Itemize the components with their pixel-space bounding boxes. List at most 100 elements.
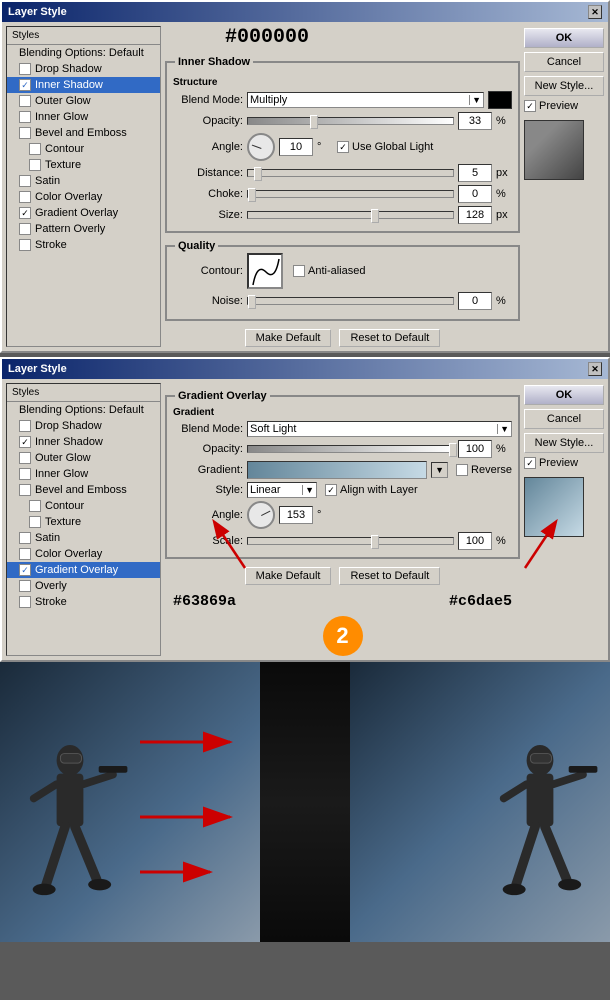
hex-annotation-right: #c6dae5 xyxy=(449,593,512,610)
opacity-slider-2[interactable] xyxy=(247,445,454,453)
s2-outer-glow-checkbox[interactable] xyxy=(19,452,31,464)
sidebar1-color-overlay[interactable]: Color Overlay xyxy=(7,189,160,205)
gradient-overlay-checkbox[interactable] xyxy=(19,207,31,219)
sidebar2-texture[interactable]: Texture xyxy=(7,514,160,530)
sidebar2-pattern-overlay[interactable]: Overly xyxy=(7,578,160,594)
opacity-input-2[interactable] xyxy=(458,440,492,458)
outer-glow-checkbox[interactable] xyxy=(19,95,31,107)
angle-dial-2[interactable] xyxy=(247,501,275,529)
dialog2-right-buttons: OK Cancel New Style... Preview xyxy=(524,383,604,656)
s2-bevel-emboss-checkbox[interactable] xyxy=(19,484,31,496)
dialog2-close-button[interactable]: ✕ xyxy=(588,362,602,376)
angle-dial[interactable] xyxy=(247,133,275,161)
distance-slider[interactable] xyxy=(247,169,454,177)
align-layer-checkbox[interactable] xyxy=(325,484,337,496)
contour-checkbox[interactable] xyxy=(29,143,41,155)
texture-checkbox[interactable] xyxy=(29,159,41,171)
color-overlay-checkbox[interactable] xyxy=(19,191,31,203)
sidebar2-inner-shadow[interactable]: Inner Shadow xyxy=(7,434,160,450)
s2-satin-checkbox[interactable] xyxy=(19,532,31,544)
scale-input[interactable] xyxy=(458,532,492,550)
anti-aliased-checkbox[interactable] xyxy=(293,265,305,277)
reverse-checkbox[interactable] xyxy=(456,464,468,476)
noise-slider[interactable] xyxy=(247,297,454,305)
ok-button-1[interactable]: OK xyxy=(524,28,604,48)
badge-container: 2 xyxy=(165,616,520,656)
s2-inner-glow-checkbox[interactable] xyxy=(19,468,31,480)
make-default-button-1[interactable]: Make Default xyxy=(245,329,332,347)
drop-shadow-checkbox[interactable] xyxy=(19,63,31,75)
dialog1-close-button[interactable]: ✕ xyxy=(588,5,602,19)
bevel-emboss-checkbox[interactable] xyxy=(19,127,31,139)
size-slider[interactable] xyxy=(247,211,454,219)
s2-color-overlay-checkbox[interactable] xyxy=(19,548,31,560)
sidebar1-inner-shadow[interactable]: Inner Shadow xyxy=(7,77,160,93)
blend-mode-select-2[interactable]: Soft Light ▼ xyxy=(247,421,512,437)
gradient-bar[interactable] xyxy=(247,461,427,479)
sidebar2-outer-glow[interactable]: Outer Glow xyxy=(7,450,160,466)
size-unit: px xyxy=(496,209,512,221)
sidebar1-blending[interactable]: Blending Options: Default xyxy=(7,45,160,61)
new-style-button-1[interactable]: New Style... xyxy=(524,76,604,96)
sidebar2-color-overlay[interactable]: Color Overlay xyxy=(7,546,160,562)
sidebar1-pattern-overlay[interactable]: Pattern Overly xyxy=(7,221,160,237)
ok-button-2[interactable]: OK xyxy=(524,385,604,405)
global-light-checkbox[interactable] xyxy=(337,141,349,153)
scale-slider[interactable] xyxy=(247,537,454,545)
sidebar2-drop-shadow[interactable]: Drop Shadow xyxy=(7,418,160,434)
s2-gradient-overlay-checkbox[interactable] xyxy=(19,564,31,576)
inner-glow-checkbox[interactable] xyxy=(19,111,31,123)
angle-input[interactable] xyxy=(279,138,313,156)
stroke-checkbox[interactable] xyxy=(19,239,31,251)
preview-check-1[interactable] xyxy=(524,100,536,112)
blend-mode-select[interactable]: Multiply ▼ xyxy=(247,92,484,108)
sidebar2-blending[interactable]: Blending Options: Default xyxy=(7,402,160,418)
choke-slider[interactable] xyxy=(247,190,454,198)
s2-pattern-overlay-checkbox[interactable] xyxy=(19,580,31,592)
sidebar2-gradient-overlay[interactable]: Gradient Overlay xyxy=(7,562,160,578)
sidebar2-bevel-emboss[interactable]: Bevel and Emboss xyxy=(7,482,160,498)
sidebar1-contour[interactable]: Contour xyxy=(7,141,160,157)
preview-checkbox-2: Preview xyxy=(524,457,604,469)
make-default-button-2[interactable]: Make Default xyxy=(245,567,332,585)
sidebar2-satin[interactable]: Satin xyxy=(7,530,160,546)
sidebar1-stroke[interactable]: Stroke xyxy=(7,237,160,253)
distance-input[interactable] xyxy=(458,164,492,182)
opacity-slider[interactable] xyxy=(247,117,454,125)
sidebar1-inner-glow[interactable]: Inner Glow xyxy=(7,109,160,125)
sidebar1-bevel-emboss[interactable]: Bevel and Emboss xyxy=(7,125,160,141)
cancel-button-1[interactable]: Cancel xyxy=(524,52,604,72)
s2-drop-shadow-checkbox[interactable] xyxy=(19,420,31,432)
preview-check-2[interactable] xyxy=(524,457,536,469)
s2-texture-checkbox[interactable] xyxy=(29,516,41,528)
cancel-button-2[interactable]: Cancel xyxy=(524,409,604,429)
opacity-input[interactable] xyxy=(458,112,492,130)
satin-checkbox[interactable] xyxy=(19,175,31,187)
sidebar1-drop-shadow[interactable]: Drop Shadow xyxy=(7,61,160,77)
new-style-button-2[interactable]: New Style... xyxy=(524,433,604,453)
sidebar1-texture[interactable]: Texture xyxy=(7,157,160,173)
sidebar1-outer-glow[interactable]: Outer Glow xyxy=(7,93,160,109)
gradient-row: Gradient: ▼ Reverse xyxy=(173,461,512,479)
sidebar2-inner-glow[interactable]: Inner Glow xyxy=(7,466,160,482)
s2-inner-shadow-checkbox[interactable] xyxy=(19,436,31,448)
sidebar1-satin[interactable]: Satin xyxy=(7,173,160,189)
s2-contour-checkbox[interactable] xyxy=(29,500,41,512)
reset-default-button-2[interactable]: Reset to Default xyxy=(339,567,440,585)
noise-input[interactable] xyxy=(458,292,492,310)
sidebar2-stroke[interactable]: Stroke xyxy=(7,594,160,610)
sidebar1-gradient-overlay[interactable]: Gradient Overlay xyxy=(7,205,160,221)
sidebar2-contour[interactable]: Contour xyxy=(7,498,160,514)
inner-shadow-checkbox[interactable] xyxy=(19,79,31,91)
style-select[interactable]: Linear ▼ xyxy=(247,482,317,498)
size-input[interactable] xyxy=(458,206,492,224)
reset-default-button-1[interactable]: Reset to Default xyxy=(339,329,440,347)
inner-shadow-panel: Inner Shadow Structure Blend Mode: Multi… xyxy=(165,61,520,233)
choke-input[interactable] xyxy=(458,185,492,203)
contour-swatch[interactable] xyxy=(247,253,283,289)
gradient-dropdown-arrow[interactable]: ▼ xyxy=(431,462,448,478)
pattern-overlay-checkbox[interactable] xyxy=(19,223,31,235)
angle-input-2[interactable] xyxy=(279,506,313,524)
blend-color-swatch[interactable] xyxy=(488,91,512,109)
s2-stroke-checkbox[interactable] xyxy=(19,596,31,608)
